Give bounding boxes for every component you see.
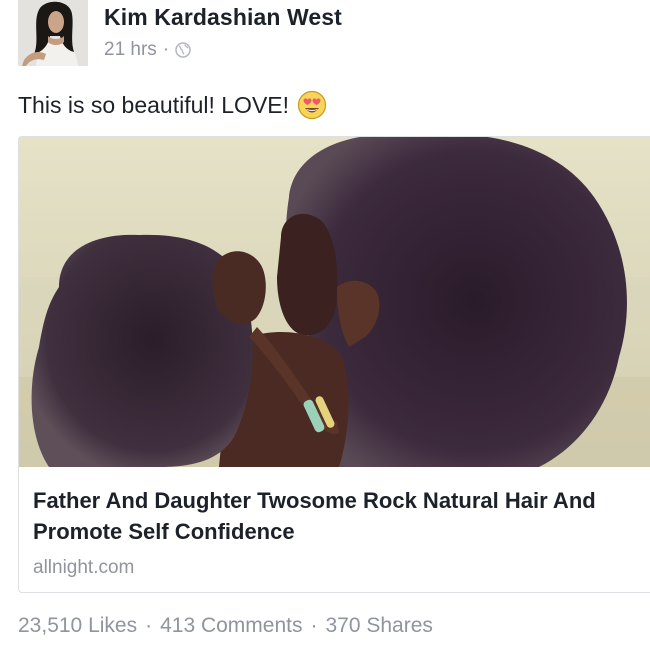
stats-separator: ·	[310, 614, 318, 637]
globe-icon[interactable]	[175, 42, 191, 58]
link-title[interactable]: Father And Daughter Twosome Rock Natural…	[33, 485, 637, 547]
avatar[interactable]	[18, 0, 88, 66]
heart-eyes-emoji-icon	[297, 90, 327, 120]
post-meta: 21 hrs ·	[104, 39, 342, 61]
meta-separator: ·	[162, 39, 170, 60]
post-header: Kim Kardashian West 21 hrs ·	[18, 0, 342, 70]
link-preview-card[interactable]: Father And Daughter Twosome Rock Natural…	[18, 136, 650, 593]
shares-count[interactable]: 370 Shares	[326, 614, 433, 638]
post-message-text: This is so beautiful! LOVE!	[18, 91, 290, 118]
post-timestamp[interactable]: 21 hrs	[104, 39, 157, 61]
avatar-photo	[18, 0, 88, 66]
link-preview-body: Father And Daughter Twosome Rock Natural…	[19, 467, 650, 579]
link-domain: allnight.com	[33, 557, 135, 578]
post-message: This is so beautiful! LOVE!	[18, 90, 327, 120]
facebook-post: Kim Kardashian West 21 hrs · This is so …	[0, 0, 650, 650]
author-name[interactable]: Kim Kardashian West	[104, 4, 342, 31]
comments-count[interactable]: 413 Comments	[160, 614, 302, 638]
post-stats: 23,510 Likes · 413 Comments · 370 Shares	[18, 614, 433, 638]
likes-count[interactable]: 23,510 Likes	[18, 614, 137, 638]
stats-separator: ·	[145, 614, 153, 637]
author-block: Kim Kardashian West 21 hrs ·	[104, 4, 342, 61]
link-preview-image[interactable]	[19, 137, 650, 467]
